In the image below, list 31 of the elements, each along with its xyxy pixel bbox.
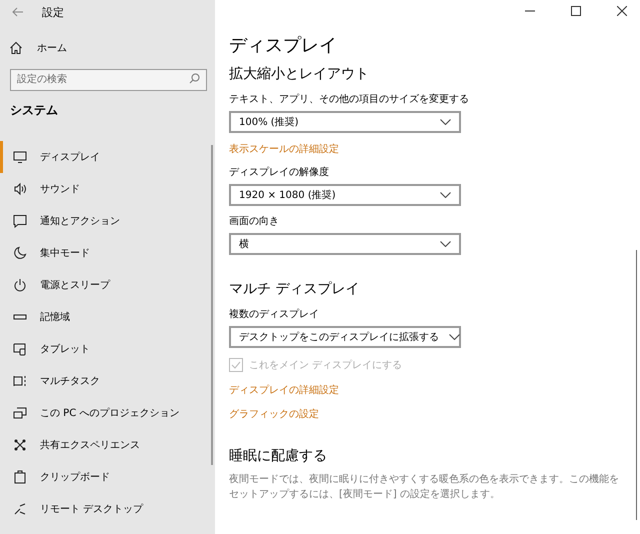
link[interactable]: 表示スケールの詳細設定 [229, 143, 339, 157]
sidebar-item[interactable]: この PC へのプロジェクション [0, 397, 215, 429]
home-nav-item[interactable]: ホーム [9, 36, 215, 60]
description-text: 夜間モードでは、夜間に眠りに付きやすくする暖色系の色を表示できます。この機能をセットアップするには、[夜間モード] の設定を選択します。 [229, 472, 620, 502]
section-title: システム [10, 102, 59, 119]
sidebar-item[interactable]: マルチタスク [0, 365, 215, 397]
section-heading: 睡眠に配慮する [229, 447, 328, 466]
section-heading: 拡大縮小とレイアウト [229, 65, 370, 84]
window-title: 設定 [42, 4, 64, 20]
field-label: テキスト、アプリ、その他の項目のサイズを変更する [229, 93, 470, 107]
sidebar-item[interactable]: 電源とスリープ [0, 269, 215, 301]
dropdown[interactable]: 1920 × 1080 (推奨) [229, 184, 461, 206]
sidebar-item[interactable]: クリップボード [0, 461, 215, 493]
dropdown[interactable]: デスクトップをこのディスプレイに拡張する [229, 326, 461, 348]
sidebar-item[interactable]: リモート デスクトップ [0, 493, 215, 525]
dropdown[interactable]: 横 [229, 233, 461, 255]
link[interactable]: グラフィックの設定 [229, 408, 319, 422]
field-label: 画面の向き [229, 215, 280, 229]
field-label: 複数のディスプレイ [229, 308, 320, 322]
sidebar-item[interactable]: 通知とアクション [0, 205, 215, 237]
sidebar-item[interactable]: サウンド [0, 173, 215, 205]
field-label: ディスプレイの解像度 [229, 166, 330, 180]
page-title: ディスプレイ [229, 34, 338, 58]
section-heading: マルチ ディスプレイ [229, 280, 360, 299]
sidebar-item[interactable]: 記憶域 [0, 301, 215, 333]
sidebar-item[interactable]: タブレット [0, 333, 215, 365]
search-field[interactable]: 設定の検索 [10, 68, 207, 90]
sidebar-item[interactable]: 集中モード [0, 237, 215, 269]
sidebar-item[interactable]: 共有エクスペリエンス [0, 429, 215, 461]
dropdown[interactable]: 100% (推奨) [229, 111, 461, 133]
link[interactable]: ディスプレイの詳細設定 [229, 384, 339, 398]
